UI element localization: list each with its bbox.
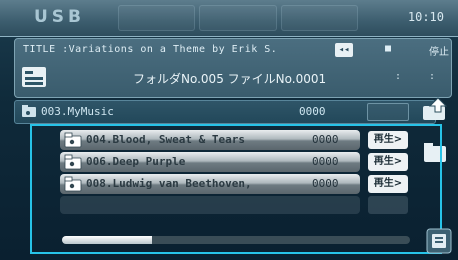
- list-item-name: 006.Deep Purple: [86, 155, 186, 168]
- list-item-count: 0000: [312, 133, 339, 146]
- rewind-button[interactable]: ◂◂: [335, 43, 353, 57]
- list-item-count: 0000: [312, 177, 339, 190]
- source-label: USB: [34, 7, 86, 27]
- track-title: TITLE :Variations on a Theme by Erik S.: [23, 44, 278, 55]
- top-tab[interactable]: [199, 5, 277, 31]
- stop-button[interactable]: ■: [385, 43, 391, 54]
- now-playing-panel: TITLE :Variations on a Theme by Erik S. …: [14, 38, 452, 98]
- folder-up-icon[interactable]: [420, 96, 450, 122]
- settings-icon[interactable]: [426, 228, 452, 254]
- list-item-name: 004.Blood, Sweat & Tears: [86, 133, 245, 146]
- folder-music-icon: [64, 132, 82, 148]
- list-item-count: 0000: [312, 155, 339, 168]
- top-tab[interactable]: [118, 5, 196, 31]
- folder-music-icon: [22, 105, 36, 117]
- empty-play-slot: [368, 196, 408, 214]
- play-button[interactable]: 再生>: [368, 175, 408, 193]
- folder-list-icon[interactable]: [21, 66, 47, 88]
- list-item[interactable]: 004.Blood, Sweat & Tears 0000: [60, 130, 360, 150]
- top-tab[interactable]: [280, 5, 358, 31]
- empty-list-slot: [60, 196, 360, 214]
- scroll-progress-fill: [62, 236, 153, 244]
- time-separator: :: [395, 71, 402, 82]
- folder-file-number: フォルダNo.005 ファイルNo.0001: [133, 72, 327, 86]
- clock: 10:10: [407, 10, 444, 24]
- current-folder-row[interactable]: 003.MyMusic 0000: [14, 100, 436, 124]
- play-button[interactable]: 再生>: [368, 131, 408, 149]
- current-folder-count: 0000: [299, 105, 326, 118]
- current-folder-name: 003.MyMusic: [41, 105, 114, 118]
- top-bar: USB 10:10: [0, 0, 458, 37]
- list-item[interactable]: 008.Ludwig van Beethoven, 0000: [60, 174, 360, 194]
- folder-music-icon: [64, 176, 82, 192]
- top-tabs: [118, 5, 358, 31]
- scroll-progress-bar[interactable]: [62, 236, 410, 244]
- usb-screen: USB 10:10 TITLE :Variations on a Theme b…: [0, 0, 458, 260]
- list-item[interactable]: 006.Deep Purple 0000: [60, 152, 360, 172]
- play-button[interactable]: 再生>: [368, 153, 408, 171]
- current-folder-play-button[interactable]: [367, 103, 409, 121]
- list-item-name: 008.Ludwig van Beethoven,: [86, 177, 252, 190]
- folder-music-icon: [64, 154, 82, 170]
- stop-label[interactable]: 停止: [429, 43, 449, 58]
- time-separator: :: [429, 71, 436, 82]
- folder-list: 004.Blood, Sweat & Tears 0000 再生> 006.De…: [30, 124, 442, 254]
